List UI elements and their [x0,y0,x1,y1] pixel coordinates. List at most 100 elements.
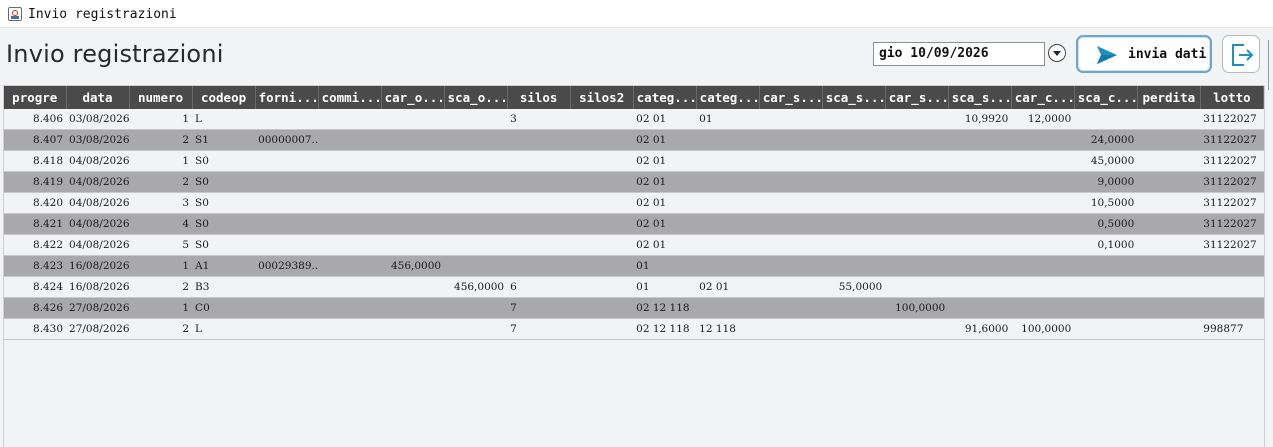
table-row[interactable]: 8.420 04/08/2026 3 S0 02 01 10,5000 31122027 [4,192,1264,214]
column-header[interactable]: sca_s... [948,86,1012,109]
table-cell [822,109,886,130]
table-cell: 31122027 [1200,129,1264,151]
table-cell [570,318,634,340]
table-cell [759,255,823,277]
column-header[interactable]: data [66,86,130,109]
table-cell [318,318,382,340]
column-header[interactable]: silos2 [570,86,634,109]
table-cell [570,129,634,151]
table-cell [885,255,949,277]
column-header[interactable]: sca_o... [444,86,508,109]
table-row[interactable]: 8.406 03/08/2026 1 L 3 02 01 01 10,9920 12,0000 3… [4,109,1264,130]
java-app-icon [8,7,22,21]
table-row[interactable]: 8.423 16/08/2026 1 A1 00029389... 456,0000 01 [4,255,1264,277]
column-header[interactable]: sca_s... [822,86,886,109]
table-cell [444,171,508,193]
table-cell: S0 [192,213,256,235]
chevron-down-icon[interactable] [1048,44,1066,62]
table-cell [885,109,949,130]
table-cell: 27/08/2026 [66,318,130,340]
table-cell [381,109,445,130]
table-cell: 3 [507,109,571,130]
table-cell: 55,0000 [822,276,886,298]
send-data-button[interactable]: invia dati [1076,35,1212,73]
column-header[interactable]: car_s... [885,86,949,109]
table-cell: 456,0000 [381,255,445,277]
table-cell: 8.420 [4,192,67,214]
table-cell: 1 [129,255,193,277]
column-header[interactable]: car_o... [381,86,445,109]
table-row[interactable]: 8.430 27/08/2026 2 L 7 02 12 118 12 118 91,6000… [4,318,1264,340]
table-cell [570,234,634,256]
table-cell: 12,0000 [1011,109,1075,130]
table-cell [885,276,949,298]
column-header[interactable]: car_c... [1011,86,1075,109]
table-cell [318,213,382,235]
exit-button[interactable] [1222,35,1260,73]
table-cell [822,192,886,214]
table-cell [822,255,886,277]
column-header[interactable]: categ... [633,86,697,109]
table-cell [1137,297,1201,319]
column-header[interactable]: silos [507,86,571,109]
exit-icon [1232,44,1254,66]
table-cell [381,150,445,172]
table-cell [885,318,949,340]
table-cell: 31122027 [1200,109,1264,130]
table-row[interactable]: 8.418 04/08/2026 1 S0 02 01 45,0000 31122027 [4,150,1264,172]
table-cell [948,276,1012,298]
table-cell [696,255,760,277]
table-cell [381,297,445,319]
table-cell [255,109,319,130]
send-button-label: invia dati [1128,47,1207,62]
column-header[interactable]: commi... [318,86,382,109]
table-cell: 03/08/2026 [66,109,130,130]
table-cell [381,276,445,298]
column-header[interactable]: lotto [1200,86,1264,109]
table-cell [1200,276,1264,298]
column-header[interactable]: codeop [192,86,256,109]
table-cell: 3 [129,192,193,214]
table-cell [696,213,760,235]
table-cell: 12 118 [696,318,760,340]
table-cell [444,297,508,319]
table-cell [885,129,949,151]
table-cell [759,129,823,151]
column-header[interactable]: forni... [255,86,319,109]
table-cell: 8.406 [4,109,67,130]
date-field[interactable]: gio 10/09/2026 [873,42,1045,66]
column-header[interactable]: perdita [1137,86,1201,109]
column-header[interactable]: progre [4,86,67,109]
table-cell [759,234,823,256]
table-row[interactable]: 8.407 03/08/2026 2 S1 00000007... 02 01 24,000… [4,129,1264,151]
table-row[interactable]: 8.421 04/08/2026 4 S0 02 01 0,5000 31122027 [4,213,1264,235]
column-header[interactable]: sca_c... [1074,86,1138,109]
registrations-grid[interactable]: progre data numero codeop forni... commi... ca… [3,85,1265,447]
table-row[interactable]: 8.424 16/08/2026 2 B3 456,0000 6 01 02 01 55,000… [4,276,1264,298]
table-cell: 10,9920 [948,109,1012,130]
table-cell [885,171,949,193]
table-cell: 00029389... [255,255,319,277]
table-cell [696,297,760,319]
table-row[interactable]: 8.426 27/08/2026 1 C0 7 02 12 118 100,0000 [4,297,1264,319]
window-titlebar: Invio registrazioni [0,0,1273,28]
table-row[interactable]: 8.419 04/08/2026 2 S0 02 01 9,0000 31122027 [4,171,1264,193]
table-cell [948,234,1012,256]
table-cell: 100,0000 [885,297,949,319]
column-header[interactable]: numero [129,86,193,109]
table-cell [318,129,382,151]
table-cell [696,150,760,172]
table-cell: 01 [633,276,697,298]
table-cell [318,109,382,130]
table-cell: 16/08/2026 [66,255,130,277]
table-cell [1011,150,1075,172]
table-cell: S1 [192,129,256,151]
table-cell [381,192,445,214]
table-cell: 8.423 [4,255,67,277]
column-header[interactable]: categ... [696,86,760,109]
table-cell [381,129,445,151]
table-cell: 04/08/2026 [66,192,130,214]
table-row[interactable]: 8.422 04/08/2026 5 S0 02 01 0,1000 31122027 [4,234,1264,256]
table-cell: S0 [192,192,256,214]
column-header[interactable]: car_s... [759,86,823,109]
